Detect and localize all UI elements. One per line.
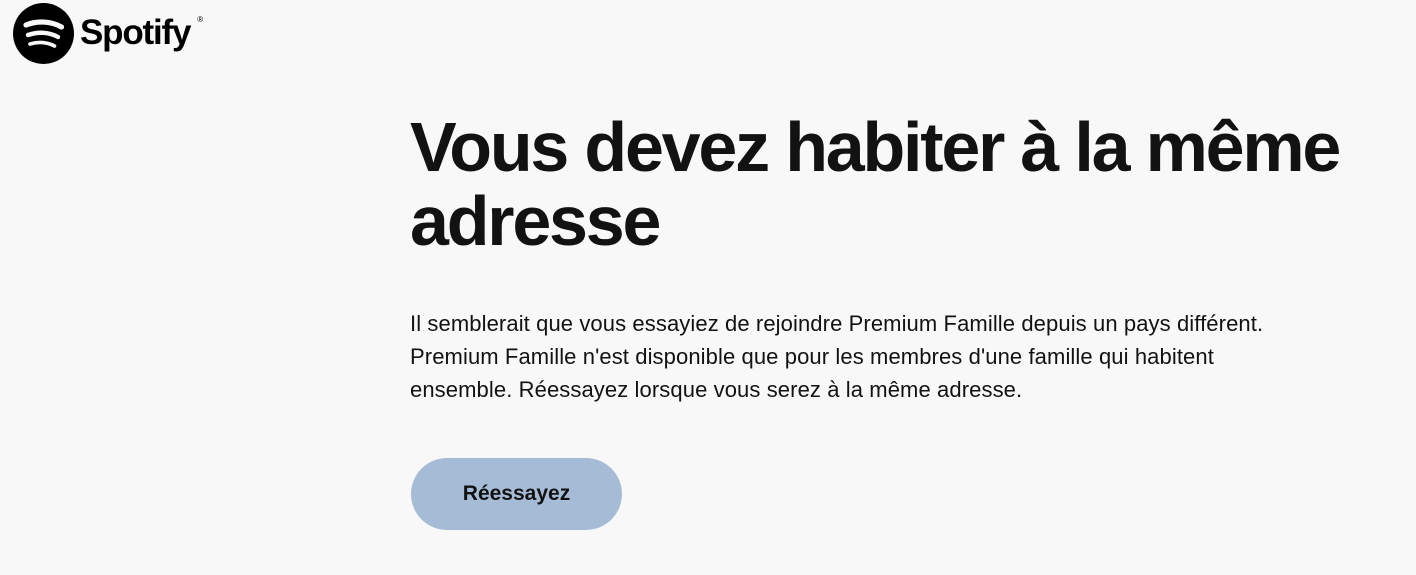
spotify-logo-icon — [13, 3, 74, 64]
retry-button[interactable]: Réessayez — [411, 458, 622, 530]
page-description: Il semblerait que vous essayiez de rejoi… — [410, 311, 1264, 402]
main-content: Vous devez habiter à la même adresse Il … — [410, 110, 1370, 406]
spotify-wordmark: Spotify — [80, 13, 191, 52]
spotify-logo-link[interactable]: Spotify ® — [13, 3, 203, 64]
page-title: Vous devez habiter à la même adresse — [410, 108, 1341, 260]
page: Spotify ® Vous devez habiter à la même ad… — [0, 0, 1416, 575]
registered-mark: ® — [197, 15, 204, 24]
